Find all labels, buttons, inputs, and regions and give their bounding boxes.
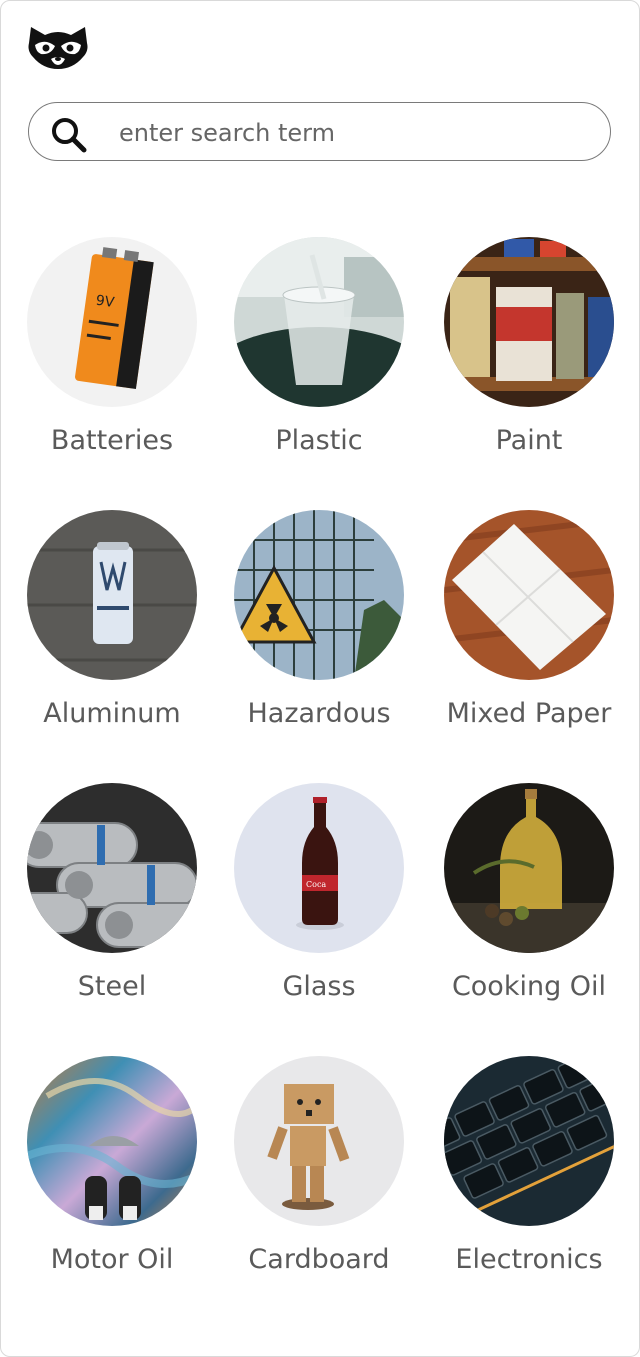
search-icon[interactable] [49,115,89,155]
aluminum-image[interactable] [27,510,197,680]
hazardous-image[interactable] [234,510,404,680]
raccoon-logo-icon[interactable] [27,25,89,71]
category-label: Batteries [50,425,174,456]
svg-text:9V: 9V [95,293,116,311]
category-hazardous[interactable]: Hazardous [214,510,424,750]
mixed-paper-image[interactable] [444,510,614,680]
category-steel[interactable]: Steel [7,783,217,1023]
category-plastic[interactable]: Plastic [214,237,424,477]
category-cooking-oil[interactable]: Cooking Oil [424,783,634,1023]
category-glass[interactable]: Coca Glass [214,783,424,1023]
category-aluminum[interactable]: Aluminum [7,510,217,750]
category-label: Hazardous [247,698,391,729]
plastic-image[interactable] [234,237,404,407]
category-batteries[interactable]: 9V Batteries [7,237,217,477]
category-label: Plastic [275,425,363,456]
category-label: Steel [77,971,147,1002]
category-label: Mixed Paper [446,698,612,729]
electronics-image[interactable] [444,1056,614,1226]
glass-image[interactable]: Coca [234,783,404,953]
category-label: Aluminum [43,698,181,729]
category-mixed-paper[interactable]: Mixed Paper [424,510,634,750]
search-input[interactable] [117,113,591,153]
batteries-image[interactable]: 9V [27,237,197,407]
motor-oil-image[interactable] [27,1056,197,1226]
cardboard-image[interactable] [234,1056,404,1226]
category-label: Cardboard [248,1244,390,1275]
category-label: Motor Oil [50,1244,174,1275]
category-paint[interactable]: Paint [424,237,634,477]
steel-image[interactable] [27,783,197,953]
category-label: Electronics [455,1244,603,1275]
paint-image[interactable] [444,237,614,407]
svg-text:Coca: Coca [306,880,326,889]
category-cardboard[interactable]: Cardboard [214,1056,424,1296]
category-label: Paint [495,425,563,456]
app-frame: 9V Batteries Pl [0,0,640,1357]
category-motor-oil[interactable]: Motor Oil [7,1056,217,1296]
category-label: Cooking Oil [451,971,607,1002]
category-electronics[interactable]: Electronics [424,1056,634,1296]
search-bar[interactable] [28,102,611,161]
cooking-oil-image[interactable] [444,783,614,953]
category-label: Glass [282,971,356,1002]
